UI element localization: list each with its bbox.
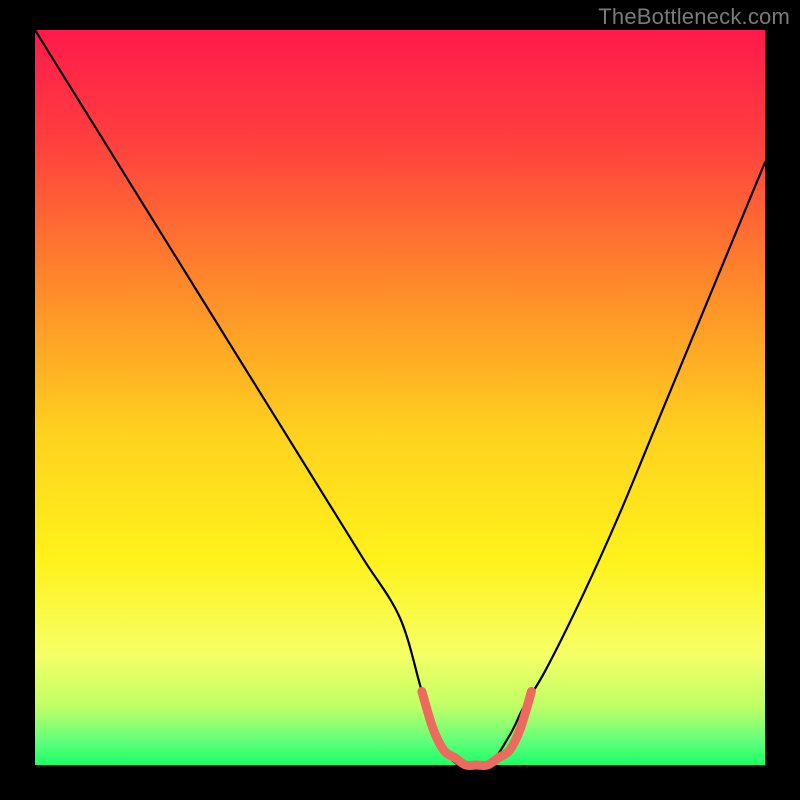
watermark-text: TheBottleneck.com [598, 4, 790, 30]
bottleneck-chart [0, 0, 800, 800]
plot-background [35, 30, 765, 765]
chart-frame: TheBottleneck.com [0, 0, 800, 800]
